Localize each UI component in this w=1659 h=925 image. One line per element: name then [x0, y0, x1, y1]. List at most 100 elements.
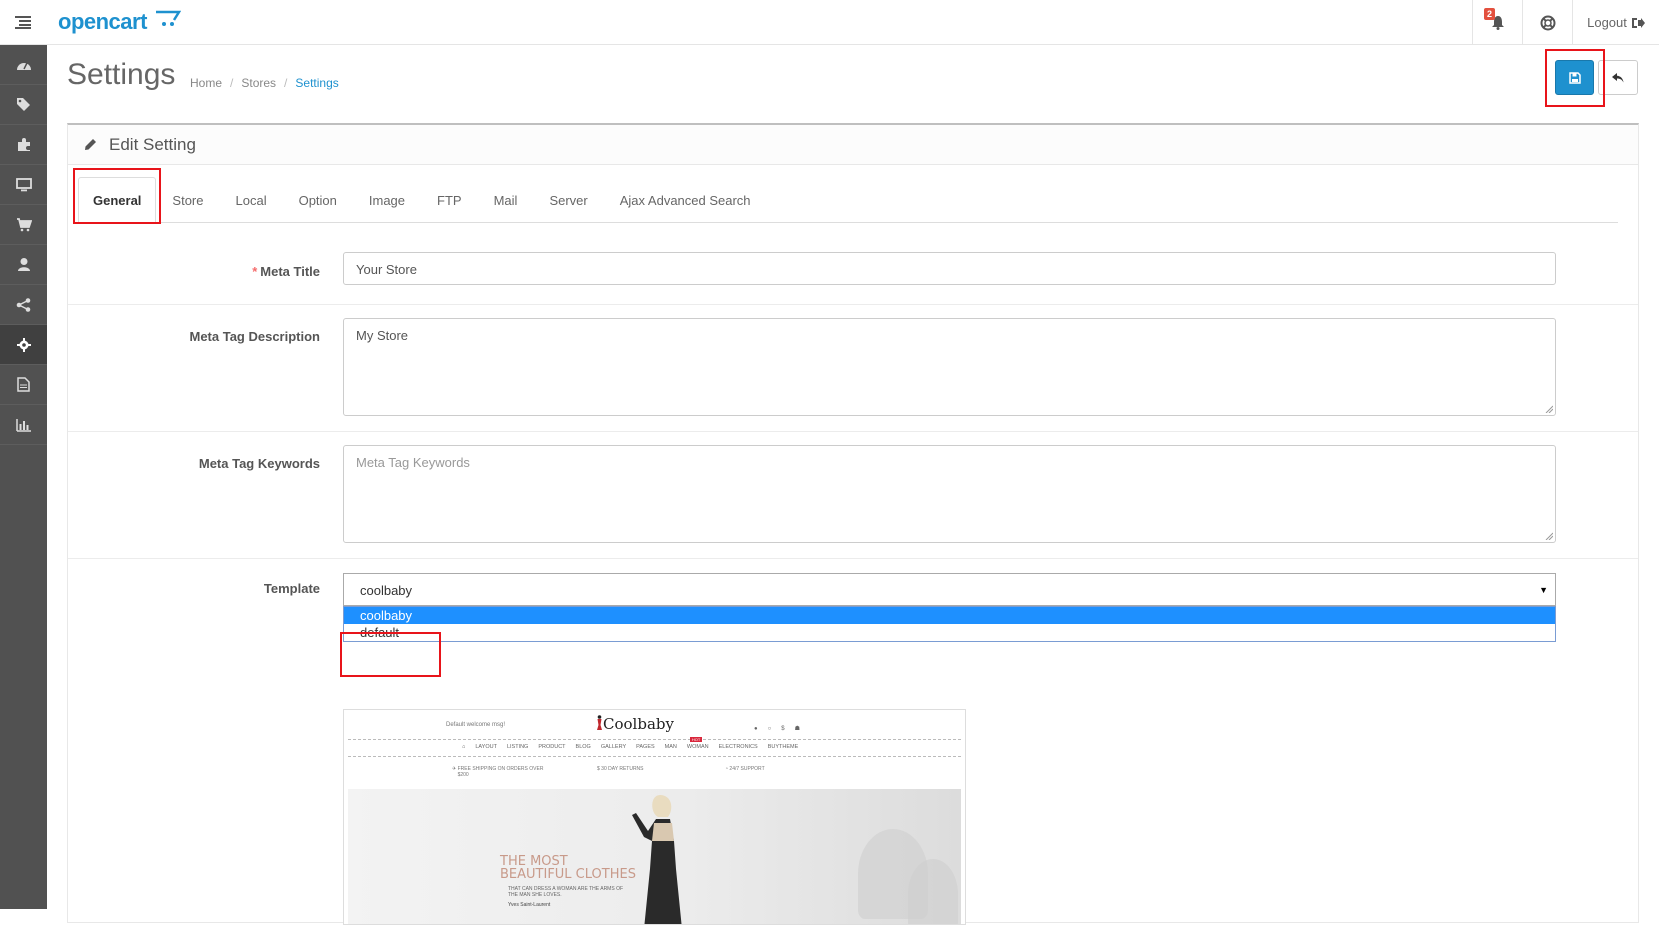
preview-headline: THE MOST BEAUTIFUL CLOTHES: [500, 854, 636, 882]
share-icon: [16, 297, 31, 312]
preview-feature-support-text: 24/7 SUPPORT: [729, 766, 765, 772]
preview-feature-shipping: ✈ FREE SHIPPING ON ORDERS OVER $200: [452, 766, 548, 778]
preview-header-icons: ●○$☗: [754, 726, 810, 732]
preview-feature-support: ◔ 24/7 SUPPORT: [725, 766, 765, 772]
preview-header: Default welcome msg! Coolbaby ●○$☗ ⌂ LAY…: [344, 710, 965, 788]
sidebar-item-system[interactable]: [0, 325, 47, 365]
notifications-button[interactable]: 2: [1472, 0, 1522, 45]
breadcrumb-stores[interactable]: Stores: [241, 76, 276, 90]
menu-toggle-button[interactable]: [0, 0, 45, 45]
tab-server[interactable]: Server: [533, 177, 603, 223]
sidebar-item-dashboard[interactable]: [0, 45, 47, 85]
form-row-meta-keywords: Meta Tag Keywords Meta Tag Keywords: [68, 432, 1638, 559]
notification-badge: 2: [1484, 8, 1496, 20]
tags-icon: [16, 98, 30, 111]
edit-setting-panel: Edit Setting General Store Local Option …: [67, 123, 1639, 925]
tab-store[interactable]: Store: [156, 177, 219, 223]
preview-feature-returns-text: 30 DAY RETURNS: [601, 766, 644, 772]
meta-keywords-placeholder: Meta Tag Keywords: [356, 455, 470, 470]
preview-hero-banner: THE MOST BEAUTIFUL CLOTHES THAT CAN DRES…: [348, 789, 961, 924]
sidebar-item-design[interactable]: [0, 165, 47, 205]
gear-icon: [16, 337, 31, 352]
meta-keywords-textarea[interactable]: Meta Tag Keywords: [343, 445, 1556, 543]
logout-button[interactable]: Logout: [1572, 0, 1659, 45]
preview-nav-item-with-badge: HOT WOMAN: [686, 737, 709, 750]
template-option-coolbaby[interactable]: coolbaby: [344, 607, 1555, 624]
preview-nav-item: MAN: [664, 744, 677, 750]
life-ring-icon: [1540, 15, 1555, 30]
main-content: Settings Home / Stores / Settings Edit S…: [47, 45, 1659, 925]
help-button[interactable]: [1522, 0, 1572, 45]
preview-brand: Coolbaby: [596, 715, 674, 733]
opencart-logo[interactable]: opencart: [58, 9, 181, 35]
sidebar-item-sales[interactable]: [0, 205, 47, 245]
template-select[interactable]: coolbaby ▼: [343, 573, 1556, 606]
settings-tabs: General Store Local Option Image FTP Mai…: [78, 177, 1618, 224]
tab-mail[interactable]: Mail: [478, 177, 534, 223]
meta-description-label: Meta Tag Description: [189, 329, 320, 344]
preview-subline: THAT CAN DRESS A WOMAN ARE THE ARMS OF T…: [508, 886, 624, 898]
cart-icon: [16, 217, 32, 231]
hamburger-icon: [14, 16, 31, 29]
template-selected-value: coolbaby: [360, 583, 413, 598]
preview-author: Yves Saint-Laurent: [508, 902, 551, 908]
breadcrumb-settings[interactable]: Settings: [295, 76, 338, 90]
template-dropdown-list: coolbaby default: [343, 606, 1556, 642]
form-row-meta-title: * Meta Title Your Store: [68, 239, 1638, 305]
template-label: Template: [263, 581, 320, 596]
tab-ftp[interactable]: FTP: [421, 177, 478, 223]
template-option-default[interactable]: default: [344, 624, 1555, 641]
preview-nav-item: PAGES: [636, 744, 655, 750]
logout-label: Logout: [1587, 15, 1627, 30]
panel-heading: Edit Setting: [68, 125, 1638, 165]
preview-divider: [348, 756, 961, 757]
template-highlight-box: [340, 632, 441, 677]
meta-description-textarea[interactable]: My Store: [343, 318, 1556, 416]
sidebar-item-customers[interactable]: [0, 245, 47, 285]
preview-nav: ⌂ LAYOUT LISTING PRODUCT BLOG GALLERY PA…: [462, 737, 798, 750]
sidebar-nav: [0, 45, 47, 909]
dashboard-icon: [16, 62, 31, 70]
sidebar-item-statistics[interactable]: [0, 405, 47, 445]
panel-title: Edit Setting: [109, 134, 196, 154]
preview-feature-returns: $ 30 DAY RETURNS: [597, 766, 644, 772]
bar-chart-icon: [15, 418, 31, 432]
reply-icon: [1612, 72, 1624, 82]
dropdown-arrow-icon: ▼: [1539, 585, 1548, 595]
logo-text: opencart: [58, 9, 147, 34]
save-highlight-box: [1545, 49, 1605, 107]
tab-option[interactable]: Option: [283, 177, 353, 223]
preview-divider: [348, 739, 961, 740]
resize-handle-icon[interactable]: [1545, 405, 1553, 413]
tab-local[interactable]: Local: [220, 177, 283, 223]
breadcrumb-separator: /: [284, 76, 288, 90]
sidebar-item-reports[interactable]: [0, 365, 47, 405]
preview-welcome: Default welcome msg!: [446, 722, 506, 728]
template-preview-image: Default welcome msg! Coolbaby ●○$☗ ⌂ LAY…: [343, 709, 966, 925]
meta-title-label-text: Meta Title: [260, 264, 320, 279]
top-header: opencart 2 Logout: [0, 0, 1659, 45]
preview-brand-text: Coolbaby: [603, 715, 674, 733]
resize-handle-icon[interactable]: [1545, 532, 1553, 540]
sidebar-item-catalog[interactable]: [0, 85, 47, 125]
monitor-icon: [15, 177, 32, 191]
breadcrumb-home[interactable]: Home: [190, 76, 222, 90]
meta-title-label: * Meta Title: [252, 264, 320, 279]
preview-mannequin-icon: [597, 715, 602, 730]
sidebar-item-marketing[interactable]: [0, 285, 47, 325]
required-asterisk: *: [252, 264, 258, 279]
logo-cart-icon: [155, 10, 181, 26]
preview-nav-item: WOMAN: [686, 744, 709, 750]
preview-nav-item: LISTING: [506, 744, 529, 750]
preview-palm-shape: [908, 859, 958, 924]
meta-title-input[interactable]: Your Store: [343, 252, 1556, 285]
sidebar-item-extensions[interactable]: [0, 125, 47, 165]
general-tab-highlight-box: [73, 168, 161, 224]
preview-nav-item: BLOG: [575, 744, 591, 750]
form-row-meta-description: Meta Tag Description My Store: [68, 305, 1638, 432]
breadcrumb-separator: /: [230, 76, 234, 90]
tab-image[interactable]: Image: [353, 177, 421, 223]
preview-feature-shipping-text: FREE SHIPPING ON ORDERS OVER $200: [457, 766, 544, 778]
tab-ajax-advanced-search[interactable]: Ajax Advanced Search: [604, 177, 767, 223]
meta-keywords-label: Meta Tag Keywords: [198, 456, 320, 471]
